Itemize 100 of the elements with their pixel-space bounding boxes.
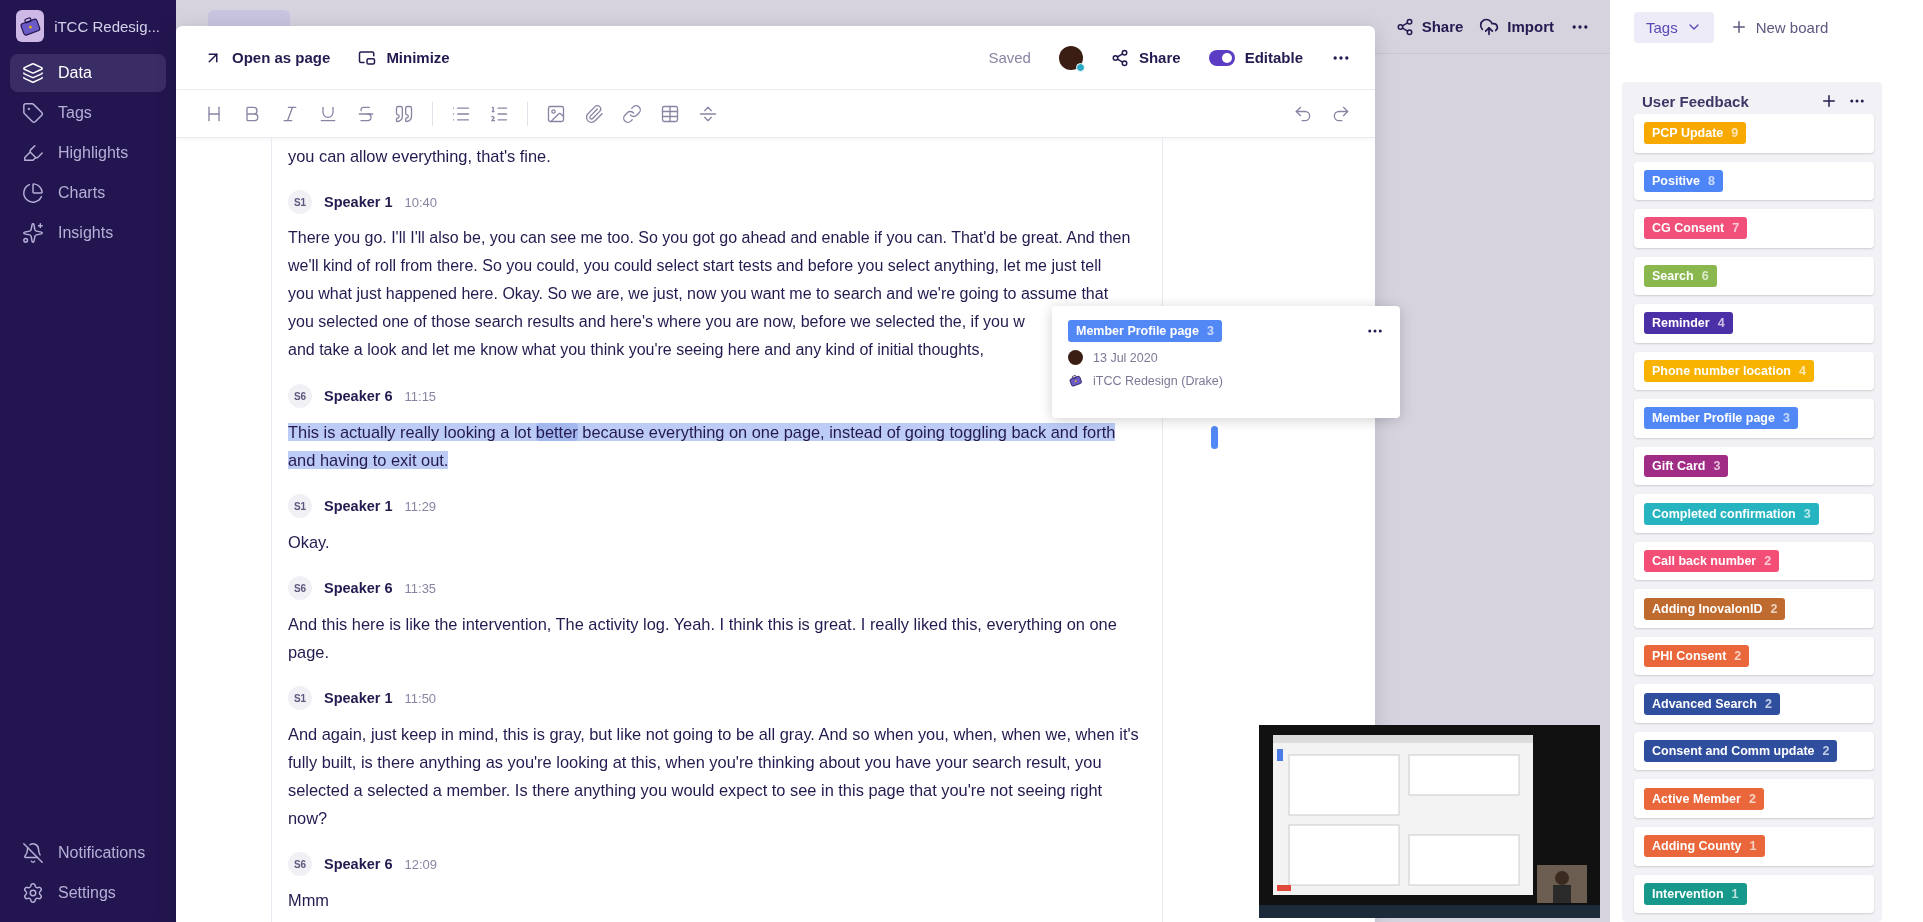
tag-card[interactable]: Positive 8 xyxy=(1634,161,1874,201)
tag-card[interactable]: Advanced Search 2 xyxy=(1634,684,1874,723)
avatar xyxy=(1068,350,1083,365)
speaker-name: Speaker 6 xyxy=(324,580,393,596)
highlighter-icon xyxy=(22,142,44,164)
share-button[interactable]: Share xyxy=(1395,17,1464,36)
settings-icon xyxy=(22,882,44,904)
tag-card[interactable]: Intervention 1 xyxy=(1634,874,1874,914)
tag-chip[interactable]: Consent and Comm update 2 xyxy=(1644,740,1838,763)
image-icon[interactable] xyxy=(546,103,566,124)
layers-icon xyxy=(22,62,44,84)
tag-card[interactable]: Reminder 4 xyxy=(1634,304,1874,343)
tag-card[interactable]: Call back number 2 xyxy=(1634,541,1874,581)
speaker-name: Speaker 6 xyxy=(324,388,393,404)
tag-chip[interactable]: Adding County 1 xyxy=(1644,835,1765,858)
tag-card[interactable]: Member Profile page 3 xyxy=(1634,399,1874,438)
tag-chip[interactable]: Reminder 4 xyxy=(1644,312,1733,335)
briefcase-icon xyxy=(18,14,43,38)
tag-chip[interactable]: CG Consent 7 xyxy=(1644,217,1748,240)
speaker-name: Speaker 6 xyxy=(324,856,393,872)
nav-item[interactable]: Notifications xyxy=(10,834,166,872)
transcript-line: you selected one of those search results and here's where you are now, before we selected the, if you w xyxy=(288,312,1025,332)
editable-toggle[interactable]: Editable xyxy=(1208,49,1303,66)
minimize-icon xyxy=(358,48,377,67)
timestamp[interactable]: 12:09 xyxy=(404,856,438,872)
open-as-page-button[interactable]: Open as page xyxy=(204,48,331,67)
nav-item[interactable]: Settings xyxy=(10,874,166,912)
nav-item[interactable]: Data xyxy=(10,54,166,92)
view-dropdown[interactable]: Tags xyxy=(1634,11,1714,43)
tag-chip[interactable]: Search 6 xyxy=(1644,264,1717,287)
tag-chip[interactable]: Member Profile page 3 xyxy=(1644,407,1798,430)
upload-icon xyxy=(1479,16,1500,37)
tag-card[interactable]: Gift Card 3 xyxy=(1634,446,1874,486)
speaker-badge: S6 xyxy=(288,384,312,408)
bell-off-icon xyxy=(22,842,44,864)
timestamp[interactable]: 11:15 xyxy=(404,388,437,404)
tag-chip[interactable]: Call back number 2 xyxy=(1644,550,1780,573)
paperclip-icon[interactable] xyxy=(584,103,604,124)
project-name[interactable]: iTCC Redesig... xyxy=(54,17,160,35)
timestamp[interactable]: 10:40 xyxy=(404,194,438,210)
tag-chip[interactable]: Completed confirmation 3 xyxy=(1644,502,1819,525)
tag-chip[interactable]: Advanced Search 2 xyxy=(1644,692,1780,715)
speaker-badge: S1 xyxy=(288,494,312,518)
tag-card[interactable]: Search 6 xyxy=(1634,256,1874,296)
project-name: iTCC Redesign (Drake) xyxy=(1093,373,1223,388)
briefcase-icon xyxy=(1068,373,1083,388)
save-status: Saved xyxy=(988,49,1031,66)
tag-chip[interactable]: Member Profile page 3 xyxy=(1068,320,1222,342)
avatar[interactable] xyxy=(1058,45,1083,70)
tag-card[interactable]: Adding County 1 xyxy=(1634,826,1874,866)
tag-chip[interactable]: Active Member 2 xyxy=(1644,787,1764,810)
nav-item[interactable]: Charts xyxy=(10,174,166,212)
minimize-button[interactable]: Minimize xyxy=(358,48,450,67)
tag-chip[interactable]: PHI Consent 2 xyxy=(1644,645,1750,668)
speaker-badge: S1 xyxy=(288,686,312,710)
transcript-paragraph: And this here is like the intervention, The activity log. Yeah. I think this is great. I really liked this, everything on one page. xyxy=(288,614,1118,663)
table-icon[interactable] xyxy=(660,103,680,124)
tag-chip[interactable]: Intervention 1 xyxy=(1644,882,1747,905)
column-title: User Feedback xyxy=(1642,92,1750,110)
plus-icon[interactable] xyxy=(1820,92,1838,110)
project-logo[interactable] xyxy=(16,10,45,42)
tag-card[interactable]: Adding InovalonID 2 xyxy=(1634,589,1874,628)
tag-card[interactable]: Consent and Comm update 2 xyxy=(1634,731,1874,771)
nav-item[interactable]: Highlights xyxy=(10,134,166,172)
tag-chip[interactable]: Positive 8 xyxy=(1644,169,1723,192)
tag-card[interactable]: Active Member 2 xyxy=(1634,779,1874,818)
tag-chip[interactable]: Gift Card 3 xyxy=(1644,455,1729,477)
speaker-badge: S1 xyxy=(288,190,312,214)
transcript-paragraph: Mmm xyxy=(288,890,330,911)
share-button[interactable]: Share xyxy=(1110,48,1181,67)
tag-card[interactable]: CG Consent 7 xyxy=(1634,209,1874,248)
speaker-name: Speaker 1 xyxy=(324,498,393,514)
tag-icon xyxy=(22,102,44,124)
import-button[interactable]: Import xyxy=(1479,16,1554,37)
pie-chart-icon xyxy=(22,182,44,204)
nav-item[interactable]: Insights xyxy=(10,214,166,252)
new-board-button[interactable]: New board xyxy=(1729,18,1829,36)
share-icon xyxy=(1395,17,1414,36)
tag-card[interactable]: Completed confirmation 3 xyxy=(1634,494,1874,533)
timestamp[interactable]: 11:29 xyxy=(404,498,437,514)
tag-chip[interactable]: PCP Update 9 xyxy=(1644,122,1747,145)
transcript-line: we'll kind of roll from there. So you could, you could select start tests and before you select anything, let me just tell xyxy=(288,256,1102,276)
quote-icon[interactable] xyxy=(394,103,414,124)
tag-chip[interactable]: Adding InovalonID 2 xyxy=(1644,597,1786,620)
nav-item[interactable]: Tags xyxy=(10,94,166,132)
link-icon[interactable] xyxy=(622,103,642,124)
sparkles-icon xyxy=(22,222,44,244)
highlight-marker[interactable] xyxy=(1211,426,1218,449)
transcript-paragraph: Okay. xyxy=(288,532,331,553)
tag-card[interactable]: PCP Update 9 xyxy=(1634,114,1874,153)
timestamp[interactable]: 11:50 xyxy=(404,690,437,706)
transcript-paragraph: And again, just keep in mind, this is gray, but like not going to be all gray. And so when you, when, when we, when it's fully built, is there anything as you're looking at this, when you're thinking about you have your search result, you selected a selected a member. Is there anything you would expect to see in this page that you're not seeing right now? xyxy=(288,724,1140,829)
tag-card[interactable]: PHI Consent 2 xyxy=(1634,636,1874,676)
transcript-line: There you go. I'll I'll also be, you can see me too. So you got go ahead and enable if you can. That'd be great. And then xyxy=(288,228,1131,248)
transcript-paragraph: you can allow everything, that's fine. xyxy=(288,146,552,167)
speaker-badge: S6 xyxy=(288,852,312,876)
transcript-line: and take a look and let me know what you think you're seeing here and any kind of initial thoughts, xyxy=(288,340,984,360)
transcript-paragraph: This is actually really looking a lot better because everything on one page, instead of going toggling back and forth and having to exit out. xyxy=(288,422,1117,471)
timestamp[interactable]: 11:35 xyxy=(404,580,437,596)
highlight-date: 13 Jul 2020 xyxy=(1093,350,1158,365)
